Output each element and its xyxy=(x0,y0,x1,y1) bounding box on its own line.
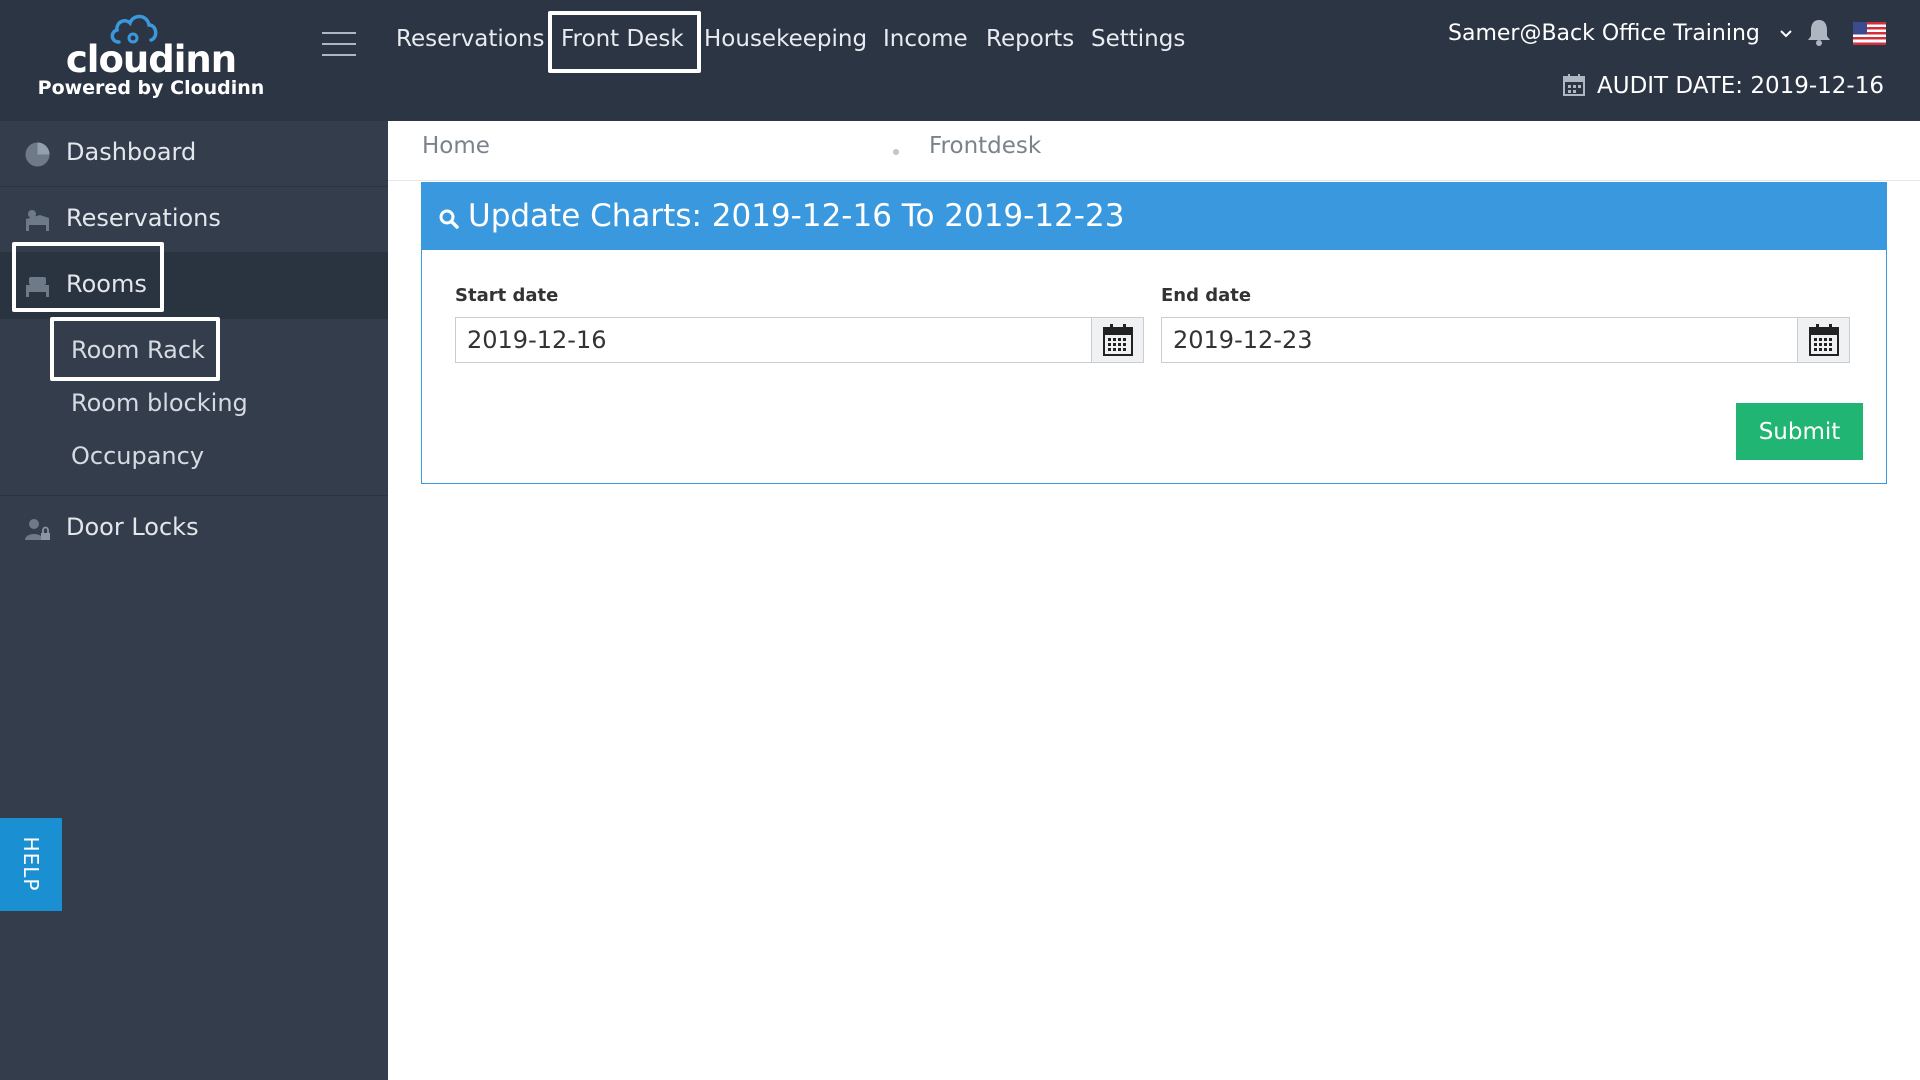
panel-title: Update Charts: 2019-12-16 To 2019-12-23 xyxy=(468,198,1125,234)
bed-guest-icon xyxy=(26,210,49,231)
end-date-input[interactable] xyxy=(1162,318,1798,362)
calendar-icon xyxy=(1103,324,1133,356)
end-date-field xyxy=(1161,317,1850,363)
end-date-calendar-button[interactable] xyxy=(1797,318,1849,362)
sidebar: Dashboard Reservations Rooms Room Rack R… xyxy=(0,121,388,1080)
breadcrumb-home[interactable]: Home xyxy=(422,133,490,159)
breadcrumb-current: Frontdesk xyxy=(929,133,1042,159)
hamburger-menu-icon[interactable] xyxy=(322,32,356,58)
search-icon xyxy=(439,209,459,229)
breadcrumb: Home Frontdesk xyxy=(388,121,1920,181)
brand-logo[interactable]: cloudinn Powered by Cloudinn xyxy=(0,0,302,121)
nav-reports[interactable]: Reports xyxy=(986,26,1074,52)
brand-tagline: Powered by Cloudinn xyxy=(37,77,265,99)
nav-reservations[interactable]: Reservations xyxy=(396,26,544,52)
help-label: HELP xyxy=(19,836,43,892)
start-date-input[interactable] xyxy=(456,318,1092,362)
sidebar-sub-occupancy[interactable]: Occupancy xyxy=(71,442,204,470)
sidebar-item-door-locks[interactable]: Door Locks xyxy=(0,496,388,562)
help-tab[interactable]: HELP xyxy=(0,818,62,911)
calendar-icon xyxy=(1563,74,1585,96)
submit-button[interactable]: Submit xyxy=(1736,403,1863,460)
user-lock-icon xyxy=(25,519,50,540)
breadcrumb-separator xyxy=(893,149,899,155)
nav-front-desk[interactable]: Front Desk xyxy=(561,26,684,52)
start-date-field xyxy=(455,317,1144,363)
sidebar-sub-room-rack[interactable]: Room Rack xyxy=(71,336,205,364)
audit-date: AUDIT DATE: 2019-12-16 xyxy=(1563,73,1884,99)
top-header: cloudinn Powered by Cloudinn Reservation… xyxy=(0,0,1920,121)
calendar-icon xyxy=(1809,324,1839,356)
nav-housekeeping[interactable]: Housekeeping xyxy=(704,26,867,52)
chevron-down-icon xyxy=(1780,30,1792,38)
audit-date-label: AUDIT DATE: 2019-12-16 xyxy=(1597,73,1884,99)
bell-icon[interactable] xyxy=(1806,18,1832,46)
sidebar-item-label: Reservations xyxy=(66,204,221,232)
start-date-label: Start date xyxy=(455,285,559,306)
brand-name: cloudinn xyxy=(65,38,237,81)
sidebar-sub-room-blocking[interactable]: Room blocking xyxy=(71,389,248,417)
user-menu[interactable]: Samer@Back Office Training xyxy=(1448,21,1793,46)
sidebar-item-dashboard[interactable]: Dashboard xyxy=(0,121,388,187)
start-date-calendar-button[interactable] xyxy=(1091,318,1143,362)
panel-header: Update Charts: 2019-12-16 To 2019-12-23 xyxy=(422,183,1886,250)
sidebar-item-label: Door Locks xyxy=(66,513,199,541)
nav-settings[interactable]: Settings xyxy=(1091,26,1185,52)
sidebar-rooms-highlight xyxy=(12,242,164,312)
user-name: Samer@Back Office Training xyxy=(1448,21,1760,46)
pie-chart-icon xyxy=(25,142,50,167)
end-date-label: End date xyxy=(1161,285,1252,306)
sidebar-item-label: Dashboard xyxy=(66,138,197,166)
us-flag-icon[interactable] xyxy=(1853,22,1886,45)
nav-income[interactable]: Income xyxy=(883,26,968,52)
update-charts-panel: Update Charts: 2019-12-16 To 2019-12-23 … xyxy=(421,182,1887,484)
